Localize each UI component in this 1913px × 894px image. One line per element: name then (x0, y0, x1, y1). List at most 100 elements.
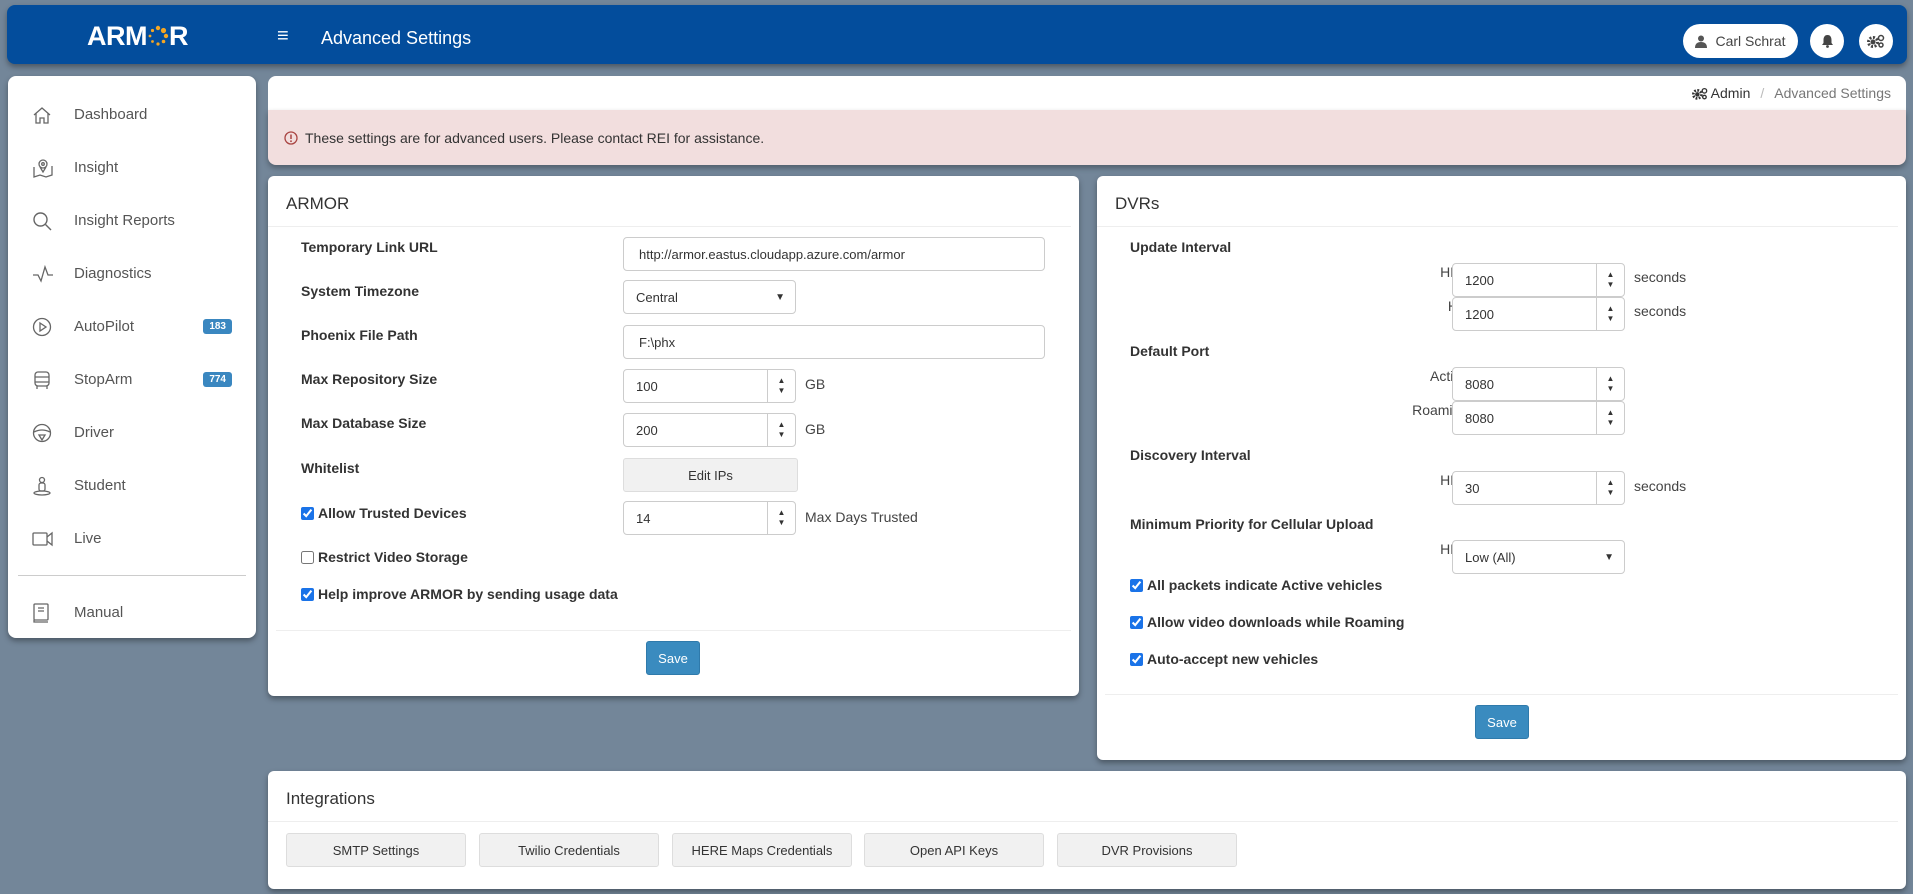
panel-title: ARMOR (268, 176, 1071, 227)
auto-accept-checkbox[interactable] (1130, 652, 1143, 666)
menu-toggle-button[interactable]: ≡ (277, 25, 289, 48)
spinner-arrows-icon[interactable]: ▲ ▼ (1596, 298, 1624, 330)
settings-button[interactable] (1859, 24, 1893, 58)
edit-ips-button[interactable]: Edit IPs (623, 458, 798, 492)
logo-text: ARM (87, 21, 148, 51)
search-icon (32, 210, 62, 232)
update-hd5-value: 1200 (1465, 272, 1494, 288)
sidebar-item-label: Dashboard (74, 106, 148, 123)
sidebar-divider (18, 575, 246, 576)
allow-trusted-devices-label: Allow Trusted Devices (318, 505, 467, 521)
allow-trusted-devices-checkbox-row[interactable]: Allow Trusted Devices (301, 505, 467, 521)
top-bar: ARM R ≡ Advanced Settings Carl Schrat (7, 5, 1907, 64)
discovery-hd5-stepper[interactable]: 30 ▲ ▼ (1452, 471, 1625, 505)
allow-video-roaming-checkbox-row[interactable]: Allow video downloads while Roaming (1130, 614, 1404, 630)
all-packets-checkbox-row[interactable]: All packets indicate Active vehicles (1130, 577, 1382, 593)
update-interval-label: Update Interval (1130, 239, 1232, 255)
sidebar-item-label: Student (74, 477, 126, 494)
restrict-video-storage-checkbox[interactable] (301, 550, 314, 564)
video-camera-icon (32, 528, 62, 550)
min-priority-label: Minimum Priority for Cellular Upload (1130, 516, 1374, 532)
sidebar-item-manual[interactable]: Manual (8, 586, 256, 639)
unit-label: GB (805, 376, 826, 392)
hamburger-icon: ≡ (277, 25, 289, 47)
all-packets-checkbox[interactable] (1130, 578, 1143, 592)
timezone-select[interactable]: Central ▼ (623, 280, 796, 314)
timezone-value: Central (636, 289, 678, 305)
edit-ips-label: Edit IPs (688, 467, 733, 483)
play-circle-icon (32, 316, 62, 338)
unit-label: seconds (1634, 269, 1687, 285)
map-pin-icon (32, 157, 62, 179)
spinner-arrows-icon[interactable]: ▲ ▼ (1596, 402, 1624, 434)
usage-data-label: Help improve ARMOR by sending usage data (318, 586, 618, 602)
max-repo-label: Max Repository Size (301, 371, 438, 387)
dvr-provisions-button[interactable]: DVR Provisions (1057, 833, 1237, 867)
sidebar-item-insight-reports[interactable]: Insight Reports (8, 194, 256, 247)
user-icon (1695, 35, 1708, 48)
armor-save-button[interactable]: Save (646, 641, 700, 675)
page-title: Advanced Settings (321, 28, 472, 48)
sidebar-item-live[interactable]: Live (8, 512, 256, 565)
armor-logo[interactable]: ARM R (87, 21, 189, 52)
max-db-stepper[interactable]: 200 ▲ ▼ (623, 413, 796, 447)
temp-link-url-input[interactable]: http://armor.eastus.cloudapp.azure.com/a… (623, 237, 1045, 271)
open-api-keys-button[interactable]: Open API Keys (864, 833, 1044, 867)
unit-label: seconds (1634, 303, 1687, 319)
sidebar-item-stoparm[interactable]: StopArm 774 (8, 353, 256, 406)
spinner-arrows-icon[interactable]: ▲ ▼ (767, 502, 795, 534)
update-hd5-stepper[interactable]: 1200 ▲ ▼ (1452, 263, 1625, 297)
whitelist-label: Whitelist (301, 460, 360, 476)
auto-accept-checkbox-row[interactable]: Auto-accept new vehicles (1130, 651, 1318, 667)
port-active-stepper[interactable]: 8080 ▲ ▼ (1452, 367, 1625, 401)
book-icon (32, 602, 62, 624)
panel-title: DVRs (1097, 176, 1898, 227)
max-days-trusted-stepper[interactable]: 14 ▲ ▼ (623, 501, 796, 535)
twilio-credentials-button[interactable]: Twilio Credentials (479, 833, 659, 867)
spinner-arrows-icon[interactable]: ▲ ▼ (1596, 264, 1624, 296)
allow-trusted-devices-checkbox[interactable] (301, 506, 314, 520)
phoenix-path-value: F:\phx (639, 334, 676, 350)
sidebar-item-dashboard[interactable]: Dashboard (8, 88, 256, 141)
temp-link-url-value: http://armor.eastus.cloudapp.azure.com/a… (639, 246, 905, 262)
divider (1105, 694, 1898, 695)
breadcrumb: Admin / Advanced Settings (1691, 85, 1891, 101)
dvr-save-button[interactable]: Save (1475, 705, 1529, 739)
spinner-arrows-icon[interactable]: ▲ ▼ (1596, 472, 1624, 504)
breadcrumb-admin-link[interactable]: Admin (1691, 85, 1750, 101)
usage-data-checkbox[interactable] (301, 587, 314, 601)
sidebar-item-label: Insight (74, 159, 119, 176)
auto-accept-label: Auto-accept new vehicles (1147, 651, 1319, 667)
steering-wheel-icon (32, 422, 62, 444)
max-repo-stepper[interactable]: 100 ▲ ▼ (623, 369, 796, 403)
smtp-settings-button[interactable]: SMTP Settings (286, 833, 466, 867)
here-maps-credentials-button[interactable]: HERE Maps Credentials (672, 833, 852, 867)
user-menu-button[interactable]: Carl Schrat (1683, 24, 1798, 58)
save-label: Save (1487, 714, 1517, 730)
min-priority-select[interactable]: Low (All) ▼ (1452, 540, 1625, 574)
allow-video-roaming-checkbox[interactable] (1130, 615, 1143, 629)
restrict-video-storage-checkbox-row[interactable]: Restrict Video Storage (301, 549, 468, 565)
update-hd-stepper[interactable]: 1200 ▲ ▼ (1452, 297, 1625, 331)
button-label: SMTP Settings (332, 842, 420, 858)
count-badge: 183 (203, 319, 232, 334)
sidebar-item-student[interactable]: Student (8, 459, 256, 512)
sidebar-item-label: Live (74, 530, 102, 547)
spinner-arrows-icon[interactable]: ▲ ▼ (1596, 368, 1624, 400)
spinner-arrows-icon[interactable]: ▲ ▼ (767, 414, 795, 446)
sidebar-item-insight[interactable]: Insight (8, 141, 256, 194)
sidebar-item-diagnostics[interactable]: Diagnostics (8, 247, 256, 300)
bell-icon (1821, 35, 1833, 48)
exclamation-circle-icon (284, 130, 298, 145)
sidebar-item-autopilot[interactable]: AutoPilot 183 (8, 300, 256, 353)
notifications-button[interactable] (1810, 24, 1844, 58)
spinner-arrows-icon[interactable]: ▲ ▼ (767, 370, 795, 402)
sidebar-item-label: Diagnostics (74, 265, 152, 282)
usage-data-checkbox-row[interactable]: Help improve ARMOR by sending usage data (301, 586, 618, 602)
allow-video-roaming-label: Allow video downloads while Roaming (1147, 614, 1405, 630)
button-label: Open API Keys (909, 842, 999, 858)
sidebar-item-driver[interactable]: Driver (8, 406, 256, 459)
bus-icon (32, 369, 62, 391)
port-roaming-stepper[interactable]: 8080 ▲ ▼ (1452, 401, 1625, 435)
phoenix-path-input[interactable]: F:\phx (623, 325, 1045, 359)
